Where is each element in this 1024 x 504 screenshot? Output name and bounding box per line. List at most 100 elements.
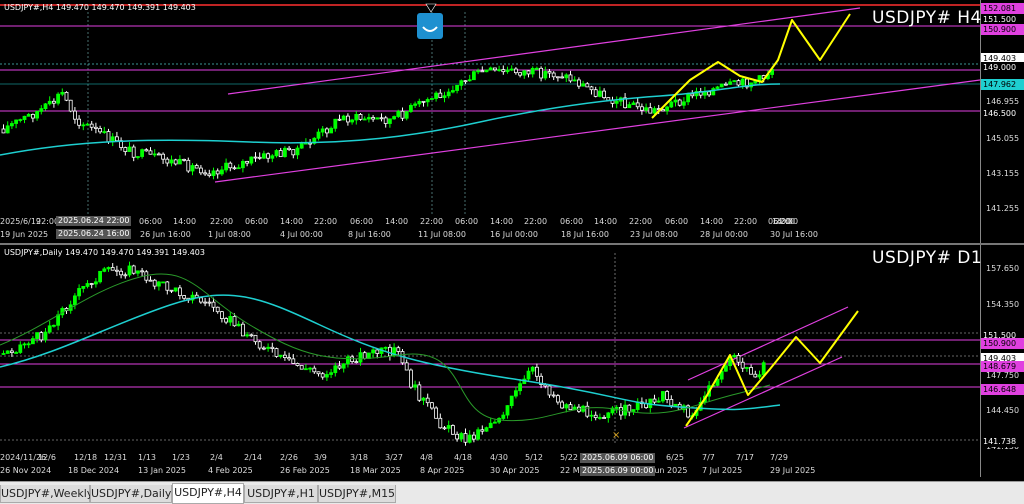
h4-time-bottom: 18 Jul 16:00 [561,230,609,239]
d1-candle [177,287,182,296]
h4-candle [438,92,443,98]
d1-candle [152,279,157,287]
d1-candle [606,412,611,419]
d1-candle [753,373,758,378]
d1-candle [35,332,39,340]
h4-candle [52,100,56,104]
d1-candle [282,354,287,359]
chart-tab[interactable]: USDJPY#,H4 [172,483,244,504]
h4-candle [501,69,506,73]
d1-candle [77,288,81,297]
d1-candle [446,425,451,429]
h4-candle [194,165,199,169]
h4-time-top: 06:00 [560,217,584,226]
h4-candle [98,128,102,133]
h4-candle [47,100,52,105]
d1-candle [148,279,153,282]
d1-candle [375,349,380,354]
d1-candle [450,425,455,435]
d1-time-top: 2/26 [280,453,298,462]
h4-chart-pane[interactable]: USDJPY#,H4 149.470 149.470 149.391 149.4… [0,0,1024,243]
h4-candle [404,111,409,119]
d1-candle [219,311,224,319]
h4-candle [30,114,35,119]
h4-time-bottom: 23 Jul 08:00 [630,230,678,239]
h4-candle [492,67,497,71]
h4-candle [505,69,510,73]
h4-symbol-title: USDJPY# H4 [872,8,982,28]
h4-chart-canvas[interactable] [0,0,1024,243]
d1-candle [442,427,447,430]
h4-candle [85,123,90,126]
h4-time-top: 14:00 [490,217,514,226]
h4-candle [543,71,548,79]
h4-candle [598,90,602,97]
d1-chart-pane[interactable]: × USDJPY#,Daily 149.470 149.470 149.391 … [0,245,1024,477]
d1-candle [245,334,250,337]
h4-candle [442,95,447,98]
h4-channel-upper [227,7,861,95]
d1-chart-canvas[interactable]: × [0,245,1024,477]
d1-time-bottom: Jun 2025 [652,466,688,475]
h4-price-axis[interactable] [980,0,981,243]
h4-candle [161,153,166,160]
h4-candle [245,160,250,164]
h4-candle [640,106,644,111]
d1-price-tick: 154.350 [986,300,1020,309]
h4-candle [556,76,560,79]
h4-time-bottom: 11 Jul 08:00 [418,230,466,239]
d1-candle [358,352,363,363]
d1-candle [115,269,119,272]
h4-candle [551,72,556,78]
chart-tab[interactable]: USDJPY#,Daily [90,485,172,503]
chart-tab[interactable]: USDJPY#,M15 [318,485,396,503]
d1-candle [22,343,27,346]
h4-candle [270,155,275,159]
d1-time-bottom: 18 Mar 2025 [350,466,401,475]
h4-time-top: 22:00 [524,217,548,226]
h4-candle [291,149,296,156]
h4-candle [60,91,65,95]
chart-tab[interactable]: USDJPY#,H1 [244,485,318,503]
h4-price-box: 149.000 [981,62,1024,73]
d1-crosshair-time-bottom: 2025.06.09 00:00 [580,466,656,476]
h4-price-tick: 146.955 [986,97,1020,106]
d1-candle [140,270,145,273]
h4-candle [135,156,140,158]
h4-candle [156,153,161,156]
d1-candle [30,338,35,345]
h4-candle [547,71,552,74]
h4-candle [215,170,220,175]
d1-time-top: 1/13 [138,453,156,462]
h4-time-top: 14:00 [700,217,724,226]
h4-candle [673,99,678,103]
h4-candle [77,118,81,126]
d1-candle [354,361,359,363]
d1-time-bottom: 13 Jan 2025 [138,466,186,475]
d1-candle [761,362,766,376]
d1-time-bottom: 8 Apr 2025 [420,466,465,475]
h4-candle [488,67,493,71]
h4-time-bottom: 19 Jun 2025 [0,230,49,239]
h4-time-top: 06:00 [139,217,163,226]
d1-candle [215,306,220,313]
d1-time-top: 3/18 [350,453,368,462]
d1-time-top: 4/30 [490,453,508,462]
h4-candle [644,107,648,111]
app-smile-icon[interactable] [417,13,443,39]
d1-candle [295,363,300,366]
h4-candle [568,74,573,82]
d1-candle [732,354,737,358]
d1-candle [224,318,229,323]
h4-candle [253,156,258,159]
h4-candle [219,169,224,175]
h4-candle [102,131,107,133]
h4-candle [140,149,145,157]
h4-candle [484,69,489,73]
h4-candle [581,83,585,87]
h4-candle [232,167,237,170]
h4-candle [152,153,157,156]
chart-tab[interactable]: USDJPY#,Weekly [0,485,93,503]
h4-time-bottom: 16 Jul 00:00 [490,230,538,239]
h4-candle [287,147,292,151]
